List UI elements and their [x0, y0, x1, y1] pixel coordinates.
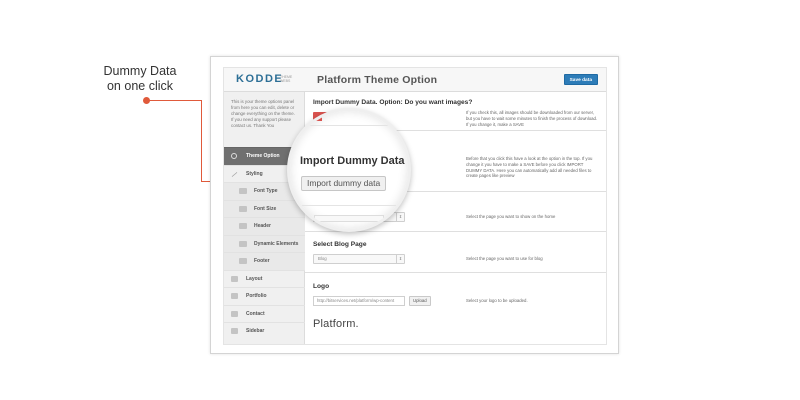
magnified-select [314, 215, 384, 222]
section-title: Logo [313, 283, 330, 290]
callout-label: Dummy Data on one click [96, 64, 184, 94]
import-dummy-data-button[interactable]: Import dummy data [301, 176, 387, 191]
upload-button[interactable]: Upload [409, 296, 431, 306]
callout-connector [147, 100, 202, 101]
font-type-icon [239, 188, 247, 194]
sidebar-item-sidebar[interactable]: Sidebar [224, 322, 305, 340]
sidebar: KODDE THEME WEBS This is your theme opti… [224, 68, 305, 344]
sidebar-item-label: Contact [246, 310, 265, 317]
sidebar-item-label: Portfolio [246, 293, 267, 299]
sidebar-item-label: Font Size [254, 205, 277, 212]
sidebar-item-header[interactable]: Header [224, 217, 305, 235]
select-arrow-icon: ⇕ [396, 255, 404, 263]
callout-line-2: on one click [106, 79, 173, 93]
font-size-icon [239, 205, 247, 212]
magnified-section-title: Import Dummy Data [300, 155, 405, 167]
browser-window: KODDE THEME WEBS This is your theme opti… [210, 56, 619, 354]
callout-line-1: Dummy Data [103, 64, 177, 78]
section-description: Select your logo to be uploaded. [466, 298, 528, 303]
sidebar-item-font-size[interactable]: Font Size [224, 199, 305, 217]
logo-subtitle: THEME WEBS [280, 75, 293, 83]
section-description: Select the page you want to show on the … [466, 214, 556, 219]
footer-icon [239, 258, 247, 264]
logo-text: KODDE [236, 73, 284, 85]
section-title: Import Dummy Data. Option: Do you want i… [313, 99, 473, 106]
sidebar-item-footer[interactable]: Footer [224, 252, 305, 270]
logo-url-input[interactable]: http://bitservices.net/platform/wp-conte… [313, 296, 405, 306]
callout-connector-vertical [201, 100, 202, 182]
header-icon [239, 223, 247, 229]
portfolio-icon [231, 293, 238, 299]
sidebar-item-layout[interactable]: Layout [224, 269, 305, 288]
logo: KODDE THEME WEBS [224, 68, 305, 92]
sidebar-item-label: Footer [254, 258, 270, 264]
sidebar-item-label: Theme Option [246, 153, 280, 159]
section-description: If you check this, all images should be … [466, 110, 598, 127]
blog-page-select[interactable]: Blog ⇕ [313, 254, 405, 264]
select-value: Blog [318, 256, 327, 261]
contact-icon [231, 310, 238, 317]
gear-icon [231, 153, 237, 159]
section-description: Select the page you want to use for blog [466, 256, 543, 261]
magnified-divider [290, 125, 408, 126]
save-button[interactable]: Save data [563, 74, 598, 85]
magnifier-lens: Import Dummy Data Import dummy data [287, 108, 411, 232]
magnified-divider [290, 205, 408, 206]
section-description: Before that you click this have a look a… [466, 156, 593, 179]
sidebar-item-label: Sidebar [246, 328, 265, 334]
select-arrow-icon: ⇕ [396, 213, 404, 221]
page-title: Platform Theme Option [317, 74, 438, 86]
sidebar-item-dynamic-elements[interactable]: Dynamic Elements [224, 234, 305, 252]
sidebar-item-label: Font Type [254, 188, 278, 194]
sidebar-item-label: Layout [246, 275, 263, 282]
sidebar-item-label: Header [254, 223, 271, 229]
admin-panel: KODDE THEME WEBS This is your theme opti… [223, 67, 607, 345]
layout-icon [231, 275, 238, 282]
brush-icon [231, 171, 238, 177]
sidebar-item-contact[interactable]: Contact [224, 304, 305, 323]
sidebar-item-label: Styling [246, 170, 263, 177]
sidebar-item-label: Dynamic Elements [254, 240, 299, 247]
dynamic-elements-icon [239, 240, 247, 247]
sidebar-intro: This is your theme options panel from he… [231, 99, 295, 128]
logo-preview-text: Platform. [313, 318, 359, 330]
sidebar-item-portfolio[interactable]: Portfolio [224, 287, 305, 305]
sidebar-icon [231, 328, 238, 334]
magnified-toggle [312, 115, 322, 121]
section-logo: Logo http://bitservices.net/platform/wp-… [305, 273, 606, 319]
page-header: Platform Theme Option Save data [305, 68, 606, 92]
section-title: Select Blog Page [313, 241, 367, 248]
section-blog-page: Select Blog Page Blog ⇕ Select the page y… [305, 232, 606, 273]
screenshot-stage: Dummy Data on one click KODDE THEME WEBS… [0, 0, 800, 400]
